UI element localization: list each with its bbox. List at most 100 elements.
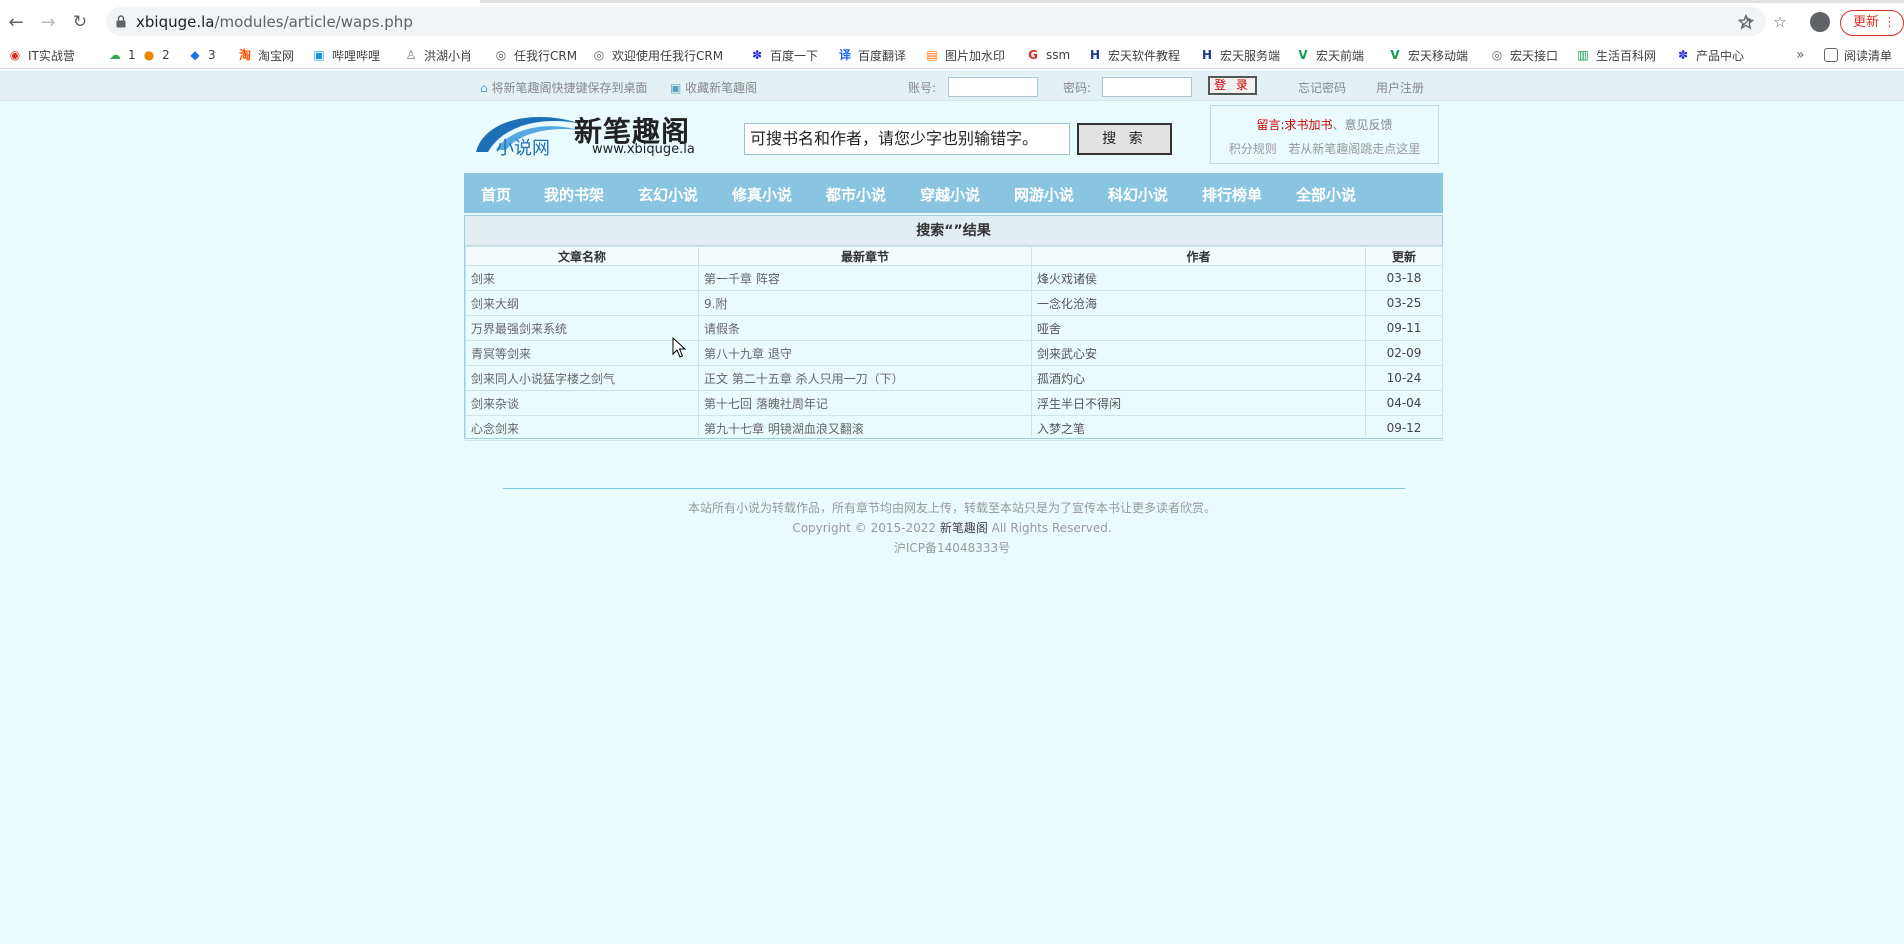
book-title-link[interactable]: 剑来杂谈: [465, 390, 699, 416]
bookmark-item[interactable]: ◎ 任我行CRM: [494, 46, 577, 64]
circle-favicon-icon: ●: [143, 48, 155, 62]
nav-cultivation[interactable]: 修真小说: [732, 184, 792, 205]
search-results: 搜索“”结果 文章名称 最新章节 作者 更新 剑来 第一千章 阵容 烽火戏诸侯 03-…: [464, 215, 1443, 441]
bookmark-item[interactable]: V 宏天移动端: [1388, 46, 1468, 64]
copyright-site-link[interactable]: 新笔趣阁: [940, 521, 988, 535]
latest-chapter-link[interactable]: 第一千章 阵容: [698, 265, 1032, 291]
globe-favicon-icon: ◎: [495, 48, 507, 62]
latest-chapter-link[interactable]: 第八十九章 退守: [698, 340, 1032, 366]
bookmarks-overflow-chevron-icon[interactable]: »: [1796, 46, 1805, 64]
author-cell: 孤酒灼心: [1031, 365, 1366, 391]
update-date-cell: 02-09: [1365, 340, 1443, 366]
bookmark-label: 宏天移动端: [1408, 48, 1469, 63]
bookmark-item[interactable]: ◆ 3: [188, 46, 216, 64]
address-bar[interactable]: xbiquge.la/modules/article/waps.php ↗ ☆: [106, 7, 1787, 36]
request-book-link[interactable]: 求书加书: [1285, 118, 1333, 132]
profile-avatar-icon[interactable]: [1810, 12, 1830, 32]
latest-chapter-link[interactable]: 请假条: [698, 315, 1032, 341]
latest-chapter-link[interactable]: 第九十七章 明镜湖血浪又翻滚: [698, 415, 1032, 441]
update-button[interactable]: 更新 ⋮: [1840, 10, 1904, 36]
password-input[interactable]: [1102, 77, 1192, 97]
star-icon[interactable]: ☆: [1772, 14, 1788, 30]
book-title-link[interactable]: 心念剑来: [465, 415, 699, 441]
latest-chapter-link[interactable]: 正文 第二十五章 杀人只用一刀（下）: [698, 365, 1032, 391]
bookmark-item[interactable]: H 宏天服务端: [1200, 46, 1280, 64]
V-favicon-icon: V: [1390, 48, 1400, 62]
forgot-password-link[interactable]: 忘记密码: [1298, 79, 1346, 96]
table-row: 心念剑来 第九十七章 明镜湖血浪又翻滚 入梦之笔 09-12: [465, 415, 1443, 441]
search-button[interactable]: 搜 索: [1077, 123, 1172, 155]
account-input[interactable]: [948, 77, 1038, 97]
footer-icp[interactable]: 沪ICP备14048333号: [0, 539, 1904, 556]
active-tab[interactable]: [0, 0, 480, 3]
nav-home[interactable]: 首页: [481, 184, 511, 205]
book-title-link[interactable]: 万界最强剑来系统: [465, 315, 699, 341]
book-title-link[interactable]: 青冥等剑来: [465, 340, 699, 366]
author-cell: 浮生半日不得闲: [1031, 390, 1366, 416]
favorite-label: 收藏新笔趣阁: [685, 81, 758, 95]
footer-copyright: Copyright © 2015-2022 新笔趣阁 All Rights Re…: [0, 519, 1904, 536]
back-arrow-icon[interactable]: ←: [4, 10, 28, 34]
red-favicon-icon: ◉: [9, 48, 21, 62]
bookmark-item[interactable]: ▣ 哔哩哔哩: [312, 46, 380, 64]
reading-list-button[interactable]: 阅读清单: [1824, 46, 1892, 64]
favorite-link[interactable]: ▣ 收藏新笔趣阁: [670, 79, 757, 96]
nav-urban[interactable]: 都市小说: [826, 184, 886, 205]
book-title-link[interactable]: 剑来: [465, 265, 699, 291]
latest-chapter-link[interactable]: 第十七回 落魄社周年记: [698, 390, 1032, 416]
bookmark-item[interactable]: ◎ 欢迎使用任我行CRM: [592, 46, 723, 64]
forward-arrow-icon[interactable]: →: [36, 10, 60, 34]
star-bookmark-icon[interactable]: [1738, 14, 1754, 30]
author-cell: 入梦之笔: [1031, 415, 1366, 441]
bookmark-item[interactable]: ✽ 百度一下: [750, 46, 818, 64]
bookmark-label: 百度翻译: [858, 48, 907, 63]
book-title-link[interactable]: 剑来同人小说猛字楼之剑气: [465, 365, 699, 391]
image-favicon-icon: ▤: [926, 48, 938, 62]
nav-all-novels[interactable]: 全部小说: [1296, 184, 1356, 205]
bookmark-item[interactable]: ▥ 生活百科网: [1576, 46, 1656, 64]
redirect-tip-link[interactable]: 若从新笔趣阁跳走点这里: [1288, 142, 1420, 156]
bookmark-item[interactable]: ✽ 产品中心: [1676, 46, 1744, 64]
notice-line-2: 积分规则 若从新笔趣阁跳走点这里: [1211, 140, 1438, 157]
taobao-favicon-icon: 淘: [238, 48, 251, 62]
bookmarks-bar: ✽ 产品中心 ▥ 生活百科网 ◎ 宏天接口 V 宏天移动端 V 宏天前端 H 宏天服务端 H 宏天软件教程…: [0, 41, 1904, 69]
bookmark-item[interactable]: Gssm: [1026, 46, 1070, 64]
bookmark-item[interactable]: 淘淘宝网: [238, 46, 294, 64]
points-rules-link[interactable]: 积分规则: [1229, 142, 1277, 156]
globe-favicon-icon: ◎: [1491, 48, 1503, 62]
table-header-row: 文章名称 最新章节 作者 更新: [465, 246, 1443, 266]
login-button[interactable]: 登 录: [1208, 76, 1257, 95]
update-date-cell: 10-24: [1365, 365, 1443, 391]
copyright-suffix: All Rights Reserved.: [987, 521, 1112, 535]
register-link[interactable]: 用户注册: [1376, 79, 1424, 96]
update-date-cell: 04-04: [1365, 390, 1443, 416]
bookmark-item[interactable]: V 宏天前端: [1296, 46, 1364, 64]
bookmark-item[interactable]: 译百度翻译: [838, 46, 906, 64]
bookmark-item[interactable]: ◉ IT实战营: [8, 46, 75, 64]
bookmark-label: 淘宝网: [258, 48, 295, 63]
bookmark-item[interactable]: ♙ 洪湖小肖: [404, 46, 472, 64]
update-date-cell: 03-18: [1365, 265, 1443, 291]
site-logo[interactable]: 新笔趣阁 小说网 www.xbiquge.la: [472, 108, 702, 159]
bookmark-item[interactable]: ● 2: [142, 46, 170, 64]
nav-time-travel[interactable]: 穿越小说: [920, 184, 980, 205]
bookmark-item[interactable]: ▤ 图片加水印: [925, 46, 1005, 64]
nav-online-game[interactable]: 网游小说: [1014, 184, 1074, 205]
bookmark-item[interactable]: H 宏天软件教程: [1088, 46, 1180, 64]
latest-chapter-link[interactable]: 9.附: [698, 290, 1032, 316]
nav-rankings[interactable]: 排行榜单: [1202, 184, 1262, 205]
nav-scifi[interactable]: 科幻小说: [1108, 184, 1168, 205]
save-desktop-link[interactable]: ⌂ 将新笔趣阁快捷键保存到桌面: [480, 79, 647, 96]
book-title-link[interactable]: 剑来大纲: [465, 290, 699, 316]
search-input[interactable]: 可搜书名和作者，请您少字也别输错字。: [744, 123, 1070, 155]
bookmark-item[interactable]: ◎ 宏天接口: [1490, 46, 1558, 64]
nav-fantasy[interactable]: 玄幻小说: [638, 184, 698, 205]
nav-bookshelf[interactable]: 我的书架: [544, 184, 604, 205]
bookmark-label: 3: [208, 48, 216, 62]
reload-icon[interactable]: ↻: [68, 10, 92, 34]
table-row: 剑来同人小说猛字楼之剑气 正文 第二十五章 杀人只用一刀（下） 孤酒灼心 10-24: [465, 365, 1443, 391]
H-favicon-icon: H: [1201, 48, 1213, 62]
bookmark-item[interactable]: ☁ 1: [108, 46, 136, 64]
feedback-link[interactable]: 意见反馈: [1345, 118, 1393, 132]
footer-disclaimer: 本站所有小说为转载作品，所有章节均由网友上传，转载至本站只是为了宣传本书让更多读…: [687, 501, 1216, 515]
